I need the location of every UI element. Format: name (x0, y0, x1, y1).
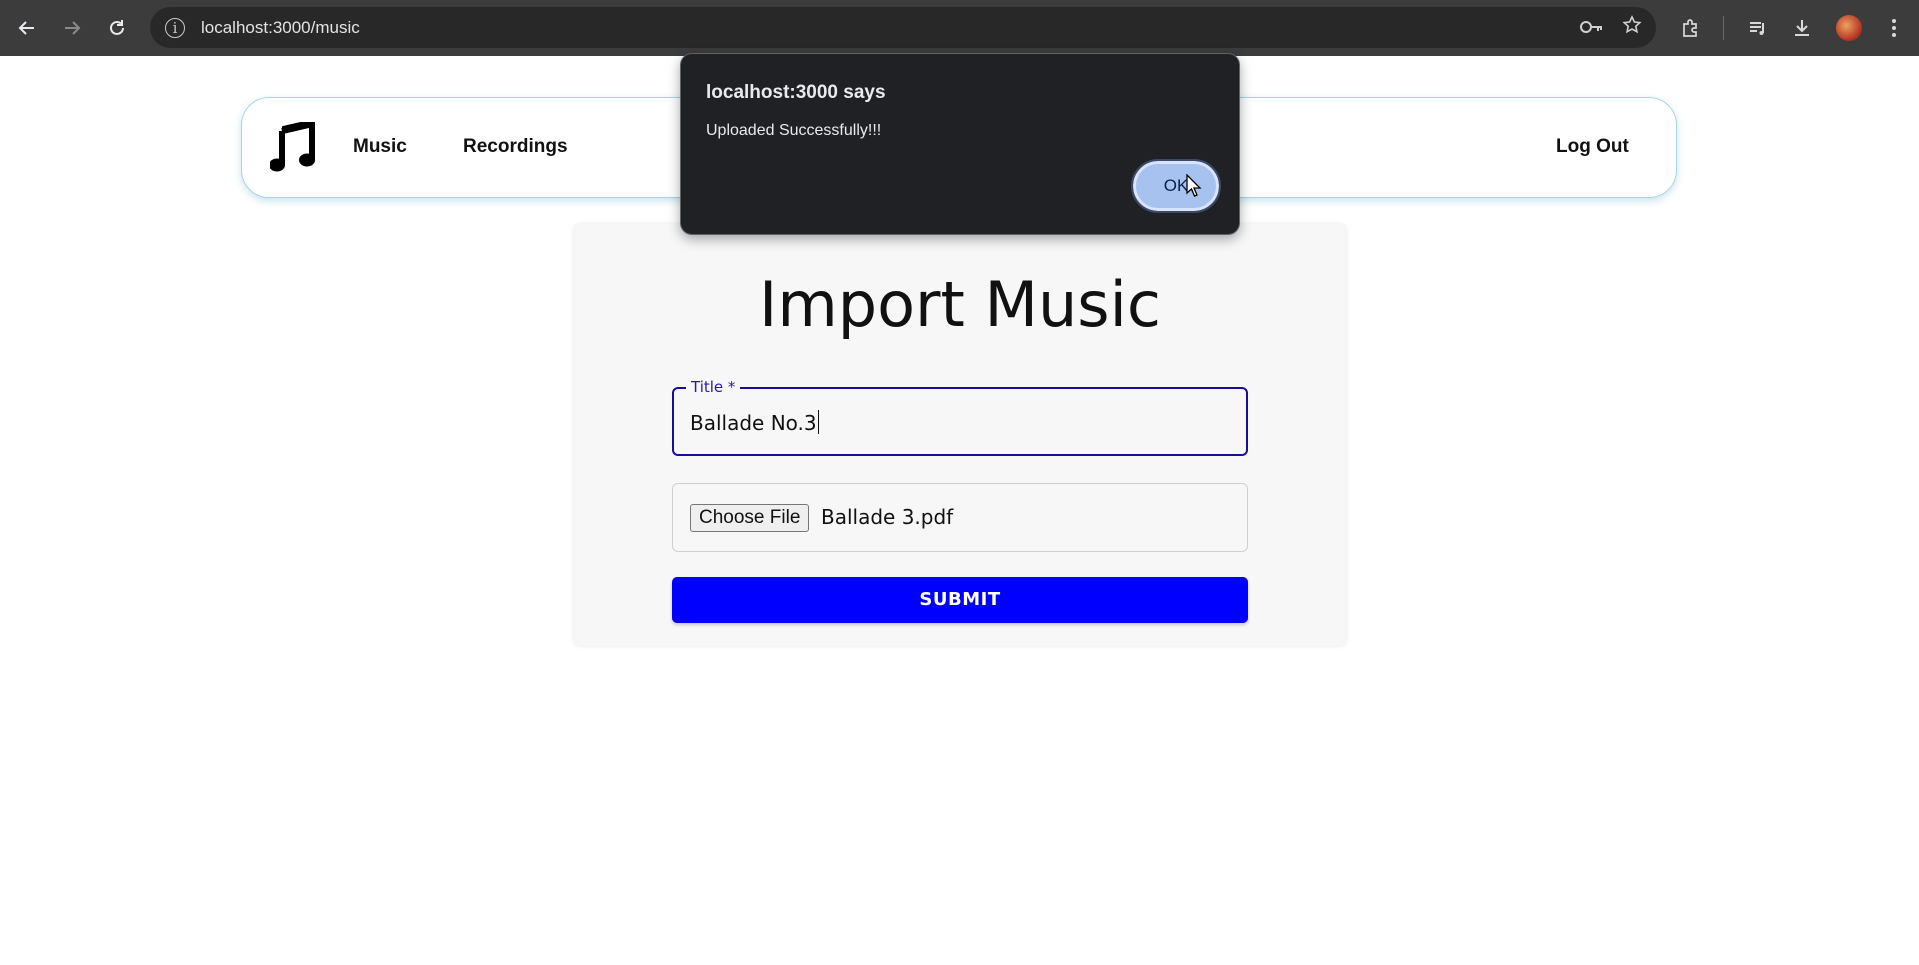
page-title: Import Music (759, 268, 1161, 341)
address-bar[interactable]: i localhost:3000/music (150, 7, 1656, 48)
title-input[interactable]: Title * Ballade No.3 (672, 378, 1248, 456)
choose-file-button[interactable]: Choose File (690, 504, 810, 532)
bookmark-star-icon[interactable] (1622, 15, 1642, 40)
password-key-icon[interactable] (1580, 16, 1604, 40)
forward-icon[interactable] (55, 11, 89, 45)
dialog-message: Uploaded Successfully!!! (706, 122, 882, 139)
file-input: Choose File Ballade 3.pdf (672, 483, 1248, 552)
download-icon[interactable] (1784, 10, 1820, 46)
ok-button[interactable]: OK (1131, 159, 1221, 213)
text-caret (817, 410, 820, 434)
reload-icon[interactable] (100, 11, 134, 45)
title-label: Title * (686, 378, 741, 396)
logout-link[interactable]: Log Out (1556, 136, 1629, 158)
nav-link-music[interactable]: Music (353, 136, 407, 158)
extensions-icon[interactable] (1673, 10, 1709, 46)
nav-link-recordings[interactable]: Recordings (463, 136, 568, 158)
submit-button[interactable]: SUBMIT (672, 577, 1248, 623)
selected-file-name: Ballade 3.pdf (821, 505, 954, 529)
alert-dialog: localhost:3000 says Uploaded Successfull… (680, 53, 1240, 235)
mouse-cursor-icon (1186, 174, 1202, 197)
dialog-title: localhost:3000 says (706, 82, 886, 103)
back-icon[interactable] (10, 11, 44, 45)
toolbar-divider (1723, 16, 1724, 40)
title-input-value[interactable]: Ballade No.3 (690, 411, 817, 435)
url-text[interactable]: localhost:3000/music (201, 18, 360, 38)
menu-kebab-icon[interactable] (1876, 10, 1912, 46)
browser-toolbar: i localhost:3000/music (0, 0, 1919, 56)
site-info-icon[interactable]: i (165, 17, 185, 38)
music-note-icon[interactable] (269, 119, 316, 172)
profile-avatar[interactable] (1836, 15, 1862, 41)
media-queue-icon[interactable] (1740, 10, 1776, 46)
